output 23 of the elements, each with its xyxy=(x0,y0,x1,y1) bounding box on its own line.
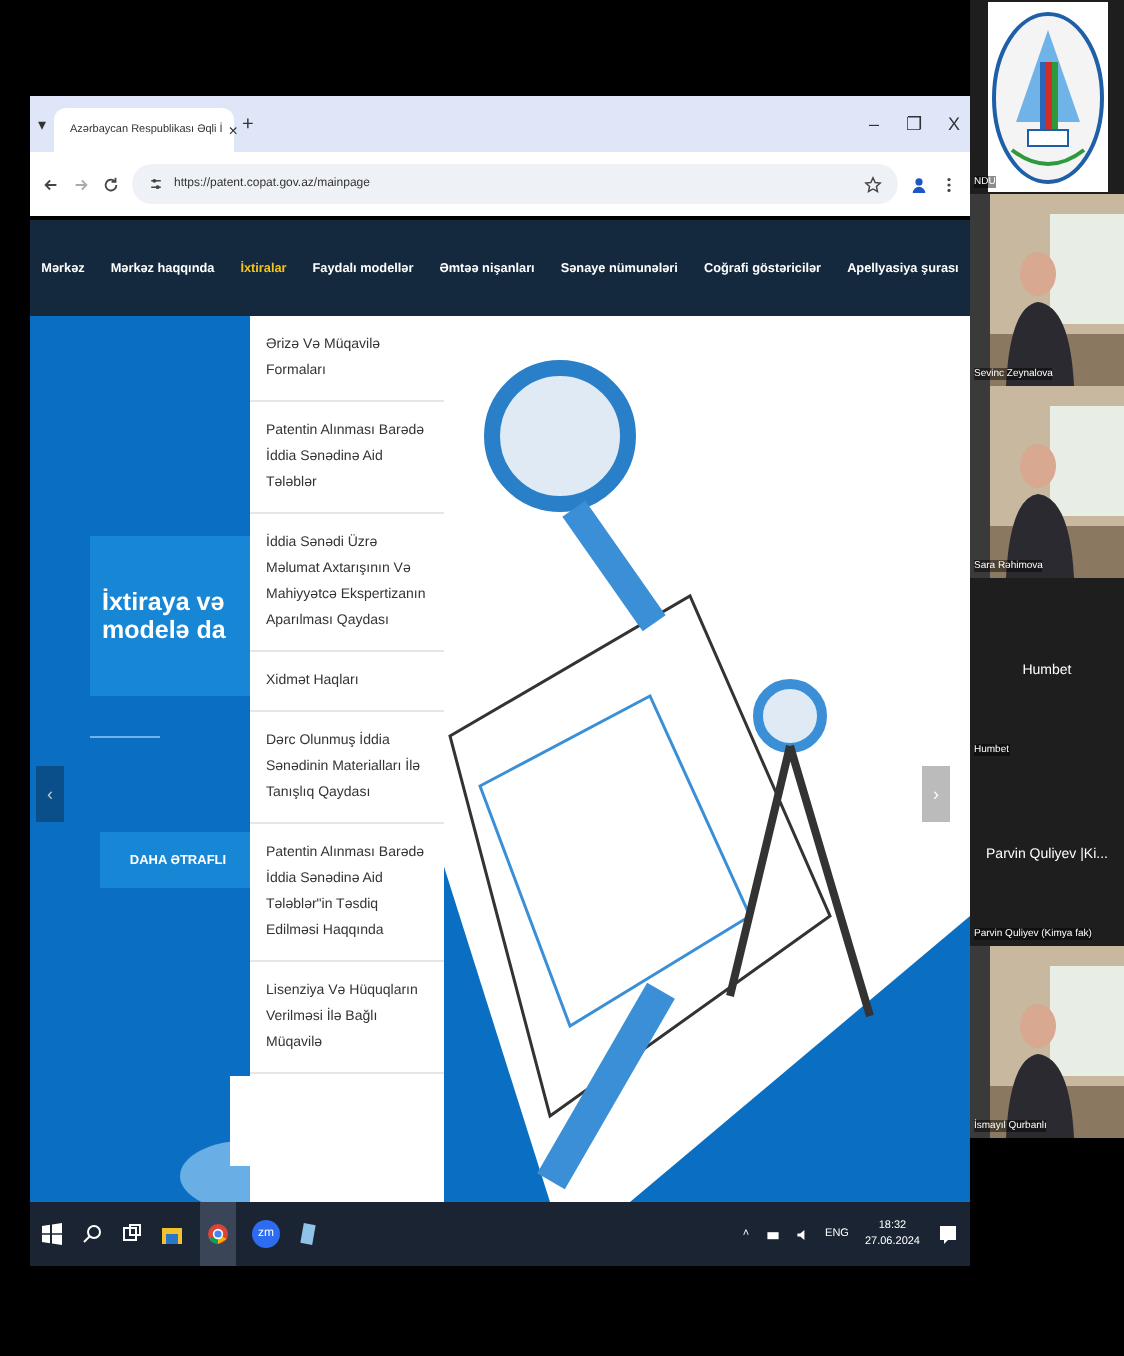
close-tab-button[interactable]: × xyxy=(228,121,238,139)
tab-list-icon[interactable]: ▾ xyxy=(38,115,46,133)
speaker-icon[interactable] xyxy=(795,1227,810,1241)
site-settings-icon[interactable] xyxy=(148,176,164,192)
task-view-icon[interactable] xyxy=(120,1222,144,1246)
hero-heading: modelə da xyxy=(102,616,228,645)
star-icon[interactable] xyxy=(864,175,882,193)
window-control-button[interactable]: X xyxy=(938,114,970,134)
back-arrow-icon[interactable] xyxy=(42,175,60,193)
folder-icon[interactable] xyxy=(160,1222,184,1246)
network-icon[interactable] xyxy=(765,1227,780,1241)
notepad-icon[interactable] xyxy=(296,1222,320,1246)
previous-slide-button[interactable]: ‹ xyxy=(36,766,64,822)
window-control-button[interactable]: ❐ xyxy=(898,114,930,134)
windows-start-icon[interactable] xyxy=(40,1222,64,1246)
window-control-button[interactable]: – xyxy=(858,114,890,134)
hero-heading: İxtiraya və xyxy=(102,587,227,616)
chrome-icon[interactable] xyxy=(200,1202,236,1266)
new-tab-button[interactable]: + xyxy=(242,113,254,135)
reload-icon[interactable] xyxy=(102,175,120,193)
profile-icon[interactable] xyxy=(910,175,928,193)
search-icon[interactable] xyxy=(80,1222,104,1246)
notification-icon[interactable] xyxy=(936,1222,960,1246)
